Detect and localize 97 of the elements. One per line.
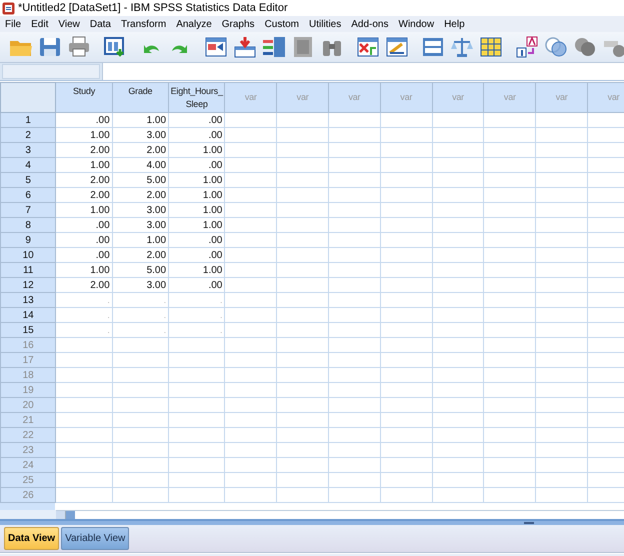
table-cell: .00	[168, 112, 225, 128]
menu-item[interactable]: Data	[86, 18, 118, 30]
table-cell: 3.00	[112, 128, 169, 142]
row-header[interactable]: 8	[0, 218, 56, 232]
scales-icon[interactable]	[449, 35, 475, 59]
table-cell: 1.00	[168, 262, 225, 278]
table-cell: 1.00	[112, 232, 169, 248]
table-cell: .	[112, 322, 169, 338]
table-cell: 2.00	[112, 248, 169, 262]
menu-item[interactable]: Edit	[28, 18, 56, 30]
horizontal-scrollbar[interactable]	[56, 510, 624, 519]
menu-item[interactable]: File	[2, 18, 28, 30]
table-cell: .00	[168, 128, 225, 142]
column-header[interactable]: Study	[56, 82, 112, 112]
variables-icon[interactable]	[261, 35, 287, 59]
table-cell: 2.00	[56, 172, 112, 188]
table-cell: 4.00	[112, 158, 169, 172]
row-header[interactable]: 12	[0, 278, 56, 292]
table-cell: 1.00	[168, 202, 225, 218]
menu-item[interactable]: Custom	[262, 18, 306, 30]
table-cell: 1.00	[168, 142, 225, 158]
scrollbar-corner	[0, 510, 56, 519]
menu-item[interactable]: Utilities	[306, 18, 348, 30]
cell-reference-field[interactable]	[2, 64, 100, 79]
window-title: *Untitled2 [DataSet1] - IBM SPSS Statistics Data Editor	[18, 2, 288, 14]
row-header[interactable]: 6	[0, 188, 56, 202]
table-cell: .00	[168, 278, 225, 292]
menu-item[interactable]: Add-ons	[348, 18, 396, 30]
corner-cell[interactable]	[0, 82, 56, 112]
table-cell: .	[56, 322, 112, 338]
table-cell: .	[56, 292, 112, 308]
table-cell: .	[56, 308, 112, 322]
table-cell: 2.00	[112, 188, 169, 202]
row-header[interactable]: 13	[0, 292, 56, 308]
table-cell: 5.00	[112, 262, 169, 278]
table-cell: 3.00	[112, 202, 169, 218]
menu-item[interactable]: View	[55, 18, 87, 30]
table-cell: .	[112, 308, 169, 322]
value-labels-icon[interactable]	[514, 35, 540, 59]
row-header[interactable]: 1	[0, 112, 56, 128]
circles-icon[interactable]	[543, 35, 569, 59]
table-cell: 1.00	[168, 172, 225, 188]
save-icon[interactable]	[37, 35, 63, 59]
table-cell: .00	[56, 232, 112, 248]
row-header[interactable]: 4	[0, 158, 56, 172]
menu-item[interactable]: Graphs	[218, 18, 262, 30]
table-cell: 2.00	[112, 142, 169, 158]
row-header[interactable]: 3	[0, 142, 56, 158]
row-header[interactable]: 10	[0, 248, 56, 262]
row-header[interactable]: 5	[0, 172, 56, 188]
table-cell: .00	[168, 158, 225, 172]
table-cell: 2.00	[56, 188, 112, 202]
table-cell: 1.00	[56, 128, 112, 142]
row-header[interactable]: 15	[0, 322, 56, 338]
table-cell: 1.00	[56, 262, 112, 278]
table-cell: .	[168, 322, 225, 338]
table-cell: .00	[56, 248, 112, 262]
select-cases-icon[interactable]	[478, 35, 504, 59]
table-cell: 5.00	[112, 172, 169, 188]
row-header[interactable]: 2	[0, 128, 56, 142]
view-tab[interactable]: Data View	[4, 527, 60, 550]
view-tab[interactable]: Variable View	[61, 527, 130, 550]
row-header[interactable]: 9	[0, 232, 56, 248]
table-cell: 2.00	[56, 142, 112, 158]
table-cell: .00	[168, 248, 225, 262]
table-cell: 1.00	[112, 112, 169, 128]
column-header[interactable]: Eight_Hours_ Sleep	[168, 82, 225, 112]
go-to-case-icon[interactable]	[203, 35, 229, 59]
menu-item[interactable]: Window	[396, 18, 442, 30]
scrollbar-thumb[interactable]	[66, 511, 75, 519]
go-to-variable-icon[interactable]	[232, 35, 258, 59]
row-header[interactable]: 11	[0, 262, 56, 278]
print-icon[interactable]	[66, 35, 92, 59]
insert-variable-icon[interactable]	[384, 35, 410, 59]
menu-item[interactable]: Analyze	[173, 18, 219, 30]
table-cell: .	[168, 292, 225, 308]
table-cell: 1.00	[56, 158, 112, 172]
row-header[interactable]: 7	[0, 202, 56, 218]
table-cell: 1.00	[168, 218, 225, 232]
menu-item[interactable]: Transform	[118, 18, 174, 30]
table-cell: 1.00	[168, 188, 225, 202]
menu-item[interactable]: Help	[441, 18, 472, 30]
table-cell: .00	[168, 232, 225, 248]
table-cell: 1.00	[56, 202, 112, 218]
table-cell: .	[168, 308, 225, 322]
row-header[interactable]: 14	[0, 308, 56, 322]
app-icon	[2, 2, 15, 14]
split-file-icon[interactable]	[420, 35, 446, 59]
column-header[interactable]: Grade	[112, 82, 169, 112]
table-cell: 3.00	[112, 278, 169, 292]
table-cell: .00	[56, 112, 112, 128]
table-cell: .00	[56, 218, 112, 232]
table-cell: .	[112, 292, 169, 308]
table-cell: 3.00	[112, 218, 169, 232]
insert-cases-icon[interactable]	[355, 35, 381, 59]
table-cell: 2.00	[56, 278, 112, 292]
cell-value-field[interactable]	[102, 63, 624, 80]
